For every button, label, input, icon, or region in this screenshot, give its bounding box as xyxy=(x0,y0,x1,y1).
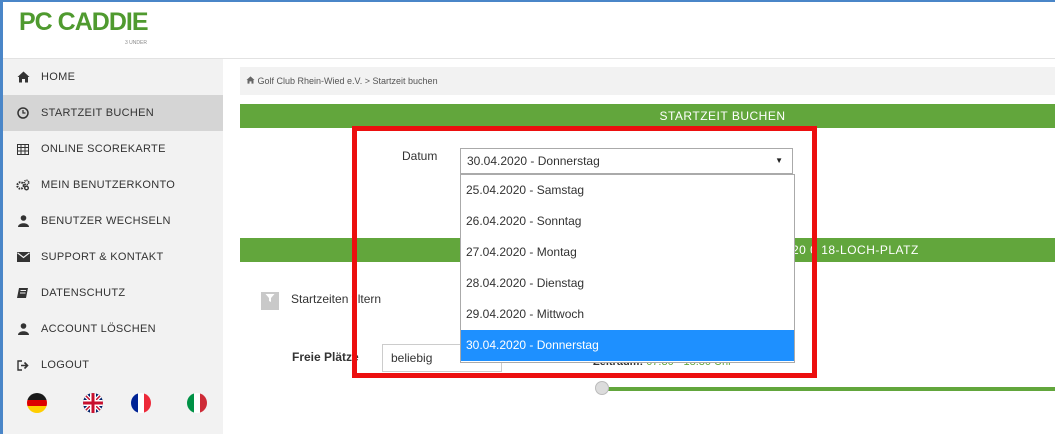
clock-icon xyxy=(14,107,32,119)
german-flag-icon[interactable] xyxy=(27,393,47,413)
sidebar-item-label: ONLINE SCOREKARTE xyxy=(41,143,166,155)
sidebar-item-logout[interactable]: LOGOUT xyxy=(3,347,223,383)
french-flag-icon[interactable] xyxy=(131,393,151,413)
sidebar-item-label: HOME xyxy=(41,71,76,83)
language-flags xyxy=(3,385,223,415)
logo-subtitle: 3 UNDER xyxy=(125,40,147,46)
sidebar-item-account-loeschen[interactable]: ACCOUNT LÖSCHEN xyxy=(3,311,223,347)
gears-icon xyxy=(14,179,32,191)
section-header-startzeit-buchen: STARTZEIT BUCHEN xyxy=(240,104,1055,128)
sidebar-item-support-kontakt[interactable]: SUPPORT & KONTAKT xyxy=(3,239,223,275)
app-window: PC CADDIE 3 UNDER HOME STARTZEIT BUCHEN … xyxy=(3,2,1055,434)
sidebar-item-label: BENUTZER WECHSELN xyxy=(41,215,171,227)
sidebar-item-label: LOGOUT xyxy=(41,359,90,371)
user-icon xyxy=(14,215,32,227)
italian-flag-icon[interactable] xyxy=(187,393,207,413)
sidebar-item-online-scorekarte[interactable]: ONLINE SCOREKARTE xyxy=(3,131,223,167)
home-icon xyxy=(14,71,32,83)
breadcrumb-current-page: Startzeit buchen xyxy=(372,76,438,86)
user-icon xyxy=(14,323,32,335)
breadcrumb-separator: > xyxy=(364,76,371,86)
zeitraum-slider-track[interactable] xyxy=(600,387,1055,391)
sidebar-item-label: DATENSCHUTZ xyxy=(41,287,126,299)
sidebar: HOME STARTZEIT BUCHEN ONLINE SCOREKARTE … xyxy=(3,59,223,434)
table-icon xyxy=(14,143,32,155)
uk-flag-icon[interactable] xyxy=(83,393,103,413)
envelope-icon xyxy=(14,252,32,262)
home-icon[interactable] xyxy=(246,76,258,86)
sidebar-item-label: MEIN BENUTZERKONTO xyxy=(41,179,176,191)
breadcrumb-club-link[interactable]: Golf Club Rhein-Wied e.V. xyxy=(258,76,363,86)
sidebar-item-startzeit-buchen[interactable]: STARTZEIT BUCHEN xyxy=(3,95,223,131)
breadcrumb: Golf Club Rhein-Wied e.V. > Startzeit bu… xyxy=(240,67,1055,95)
pc-caddie-logo[interactable]: PC CADDIE xyxy=(19,8,149,37)
sidebar-item-label: SUPPORT & KONTAKT xyxy=(41,251,164,263)
sidebar-item-datenschutz[interactable]: DATENSCHUTZ xyxy=(3,275,223,311)
red-highlight-box xyxy=(352,126,817,378)
sidebar-item-benutzer-wechseln[interactable]: BENUTZER WECHSELN xyxy=(3,203,223,239)
zeitraum-slider-handle[interactable] xyxy=(595,381,609,395)
sidebar-item-mein-benutzerkonto[interactable]: MEIN BENUTZERKONTO xyxy=(3,167,223,203)
book-icon xyxy=(14,287,32,299)
sidebar-item-home[interactable]: HOME xyxy=(3,59,223,95)
top-bar: PC CADDIE 3 UNDER xyxy=(3,2,1055,59)
sidebar-item-label: STARTZEIT BUCHEN xyxy=(41,107,154,119)
sidebar-item-label: ACCOUNT LÖSCHEN xyxy=(41,323,156,335)
section-title: STARTZEIT BUCHEN xyxy=(659,109,786,123)
freie-plaetze-label: Freie Plätze xyxy=(292,350,359,364)
sign-out-icon xyxy=(14,359,32,371)
filter-icon[interactable] xyxy=(261,292,279,310)
